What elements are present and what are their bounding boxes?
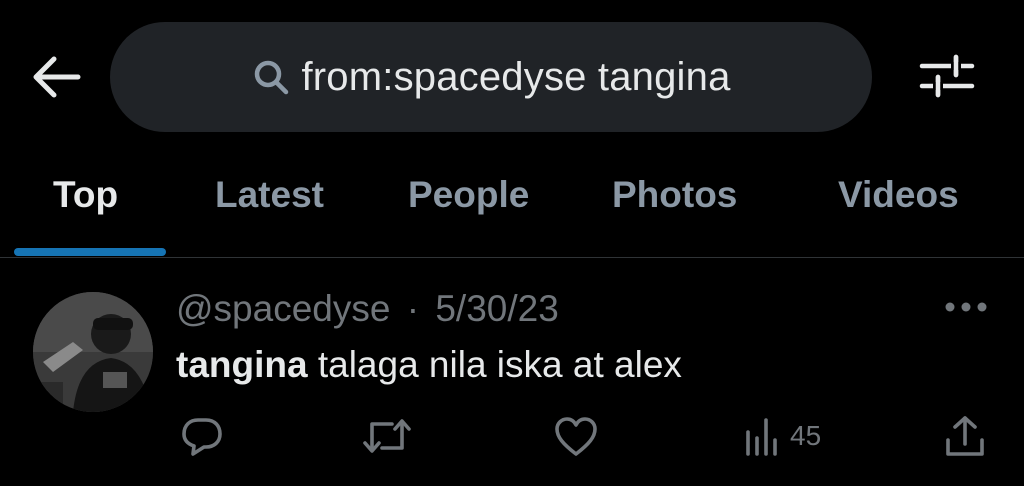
active-tab-indicator — [14, 248, 166, 256]
avatar-image — [33, 292, 153, 412]
more-dots-icon — [945, 302, 987, 312]
filter-sliders-icon — [919, 54, 975, 98]
retweet-button[interactable] — [362, 414, 412, 458]
search-filter-button[interactable] — [914, 50, 980, 102]
back-arrow-icon — [33, 56, 81, 98]
share-button[interactable] — [944, 414, 986, 458]
tweet-handle[interactable]: @spacedyse — [176, 288, 390, 329]
meta-separator: · — [406, 288, 420, 329]
tab-videos[interactable]: Videos — [838, 174, 959, 224]
views-count: 45 — [790, 420, 822, 451]
retweet-icon — [363, 419, 411, 453]
tweet[interactable]: @spacedyse · 5/30/23 tangina talaga nila… — [0, 258, 1024, 486]
tweet-date[interactable]: 5/30/23 — [435, 288, 558, 329]
tweet-text-rest: talaga nila iska at alex — [307, 344, 682, 385]
tweet-text-highlight: tangina — [176, 344, 308, 385]
views-button[interactable]: 45 — [744, 414, 821, 458]
tweet-meta: @spacedyse · 5/30/23 — [176, 288, 559, 330]
search-input[interactable]: from:spacedyse tangina — [110, 22, 872, 132]
views-chart-icon — [746, 418, 777, 456]
like-button[interactable] — [553, 414, 599, 458]
reply-button[interactable] — [180, 414, 224, 458]
tab-people[interactable]: People — [408, 174, 529, 224]
tab-latest[interactable]: Latest — [215, 174, 324, 224]
more-options-button[interactable] — [940, 292, 992, 322]
reply-icon — [182, 418, 222, 456]
tab-top[interactable]: Top — [53, 174, 118, 224]
tweet-text: tangina talaga nila iska at alex — [176, 344, 682, 386]
search-query-text: from:spacedyse tangina — [301, 54, 731, 99]
heart-icon — [555, 417, 597, 456]
search-icon — [251, 57, 291, 97]
tab-photos[interactable]: Photos — [612, 174, 737, 224]
search-header: from:spacedyse tangina — [0, 0, 1024, 150]
avatar[interactable] — [33, 292, 153, 412]
share-icon — [946, 416, 984, 456]
back-button[interactable] — [26, 52, 86, 102]
search-tabs: Top Latest People Photos Videos — [0, 150, 1024, 258]
